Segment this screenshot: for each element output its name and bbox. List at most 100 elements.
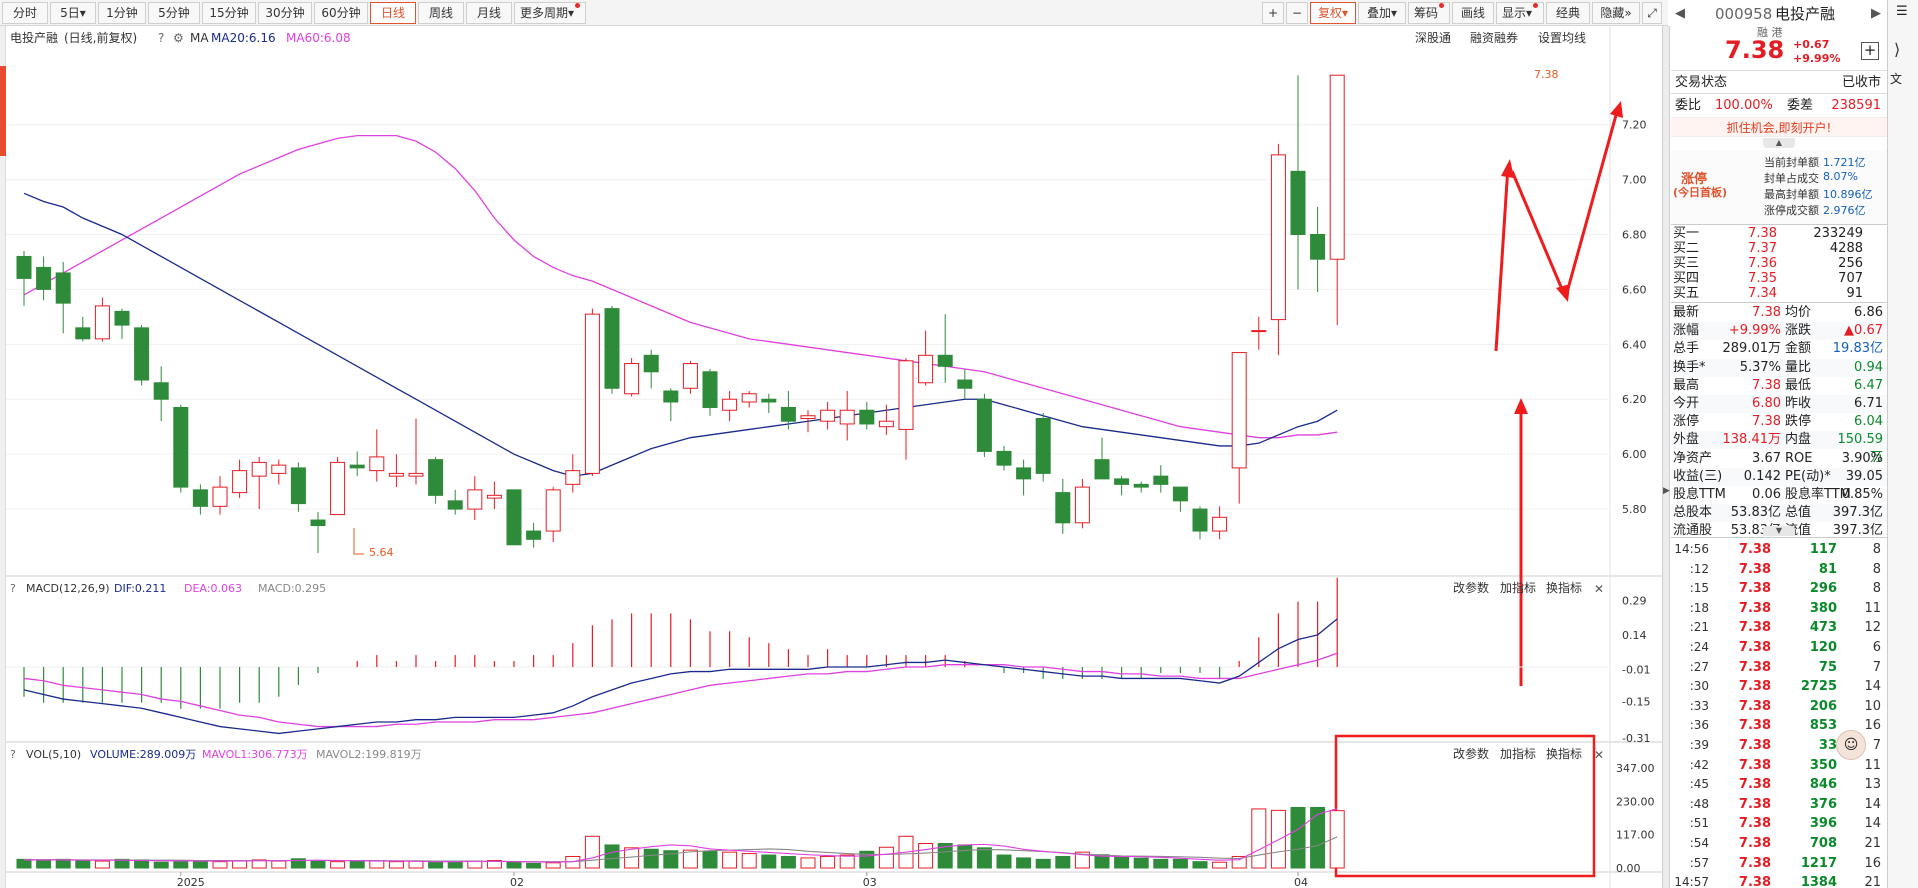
macd-series <box>6 577 1610 735</box>
vol-switch-indicator[interactable]: 换指标 <box>1546 746 1582 761</box>
macd-edit-params[interactable]: 改参数 <box>1453 580 1489 595</box>
tick-count: 8 <box>1872 561 1881 577</box>
tab-1min[interactable]: 1分钟 <box>98 2 146 24</box>
vol-help-icon[interactable]: ? <box>10 748 16 761</box>
tick-volume: 296 <box>1809 581 1837 597</box>
volume-bar <box>604 844 620 869</box>
volume-bar <box>1172 858 1188 869</box>
tab-monthly[interactable]: 月线 <box>466 2 512 24</box>
tick-time: :39 <box>1689 738 1709 752</box>
tick-volume: 846 <box>1809 777 1837 793</box>
collapse-down-icon[interactable]: ▼ <box>1763 526 1795 536</box>
side-arrow-icon[interactable]: ⟩ <box>1894 40 1900 59</box>
volume-bar <box>310 860 326 869</box>
display-button[interactable]: 显示▾ <box>1496 2 1544 24</box>
promo-banner[interactable]: 抓住机会,即刻开户! <box>1671 117 1887 137</box>
vol-add-indicator[interactable]: 加指标 <box>1500 746 1536 761</box>
volume-bar <box>820 855 836 869</box>
macd-add-indicator[interactable]: 加指标 <box>1500 580 1536 595</box>
collapse-arrow-icon: ▶ <box>1663 486 1670 496</box>
link-shengutong[interactable]: 深股通 <box>1415 31 1451 45</box>
tick-time: :45 <box>1689 777 1709 792</box>
volume-bar <box>153 861 169 869</box>
collapse-up-icon[interactable]: ▲ <box>1763 138 1795 148</box>
classic-button[interactable]: 经典 <box>1546 2 1590 24</box>
macd-close-icon[interactable]: ✕ <box>1594 582 1604 596</box>
date-label: 02 <box>510 876 524 888</box>
menu-icon[interactable]: ☰ <box>1896 4 1908 19</box>
kline-chart[interactable]: 电投产融 (日线,前复权) ? ⚙ MA MA20:6.16 MA60:6.08… <box>6 26 1662 888</box>
stat-value-left: 7.38 <box>1752 305 1781 320</box>
zoom-in-button[interactable]: + <box>1262 2 1284 24</box>
gear-icon[interactable]: ⚙ <box>173 31 184 45</box>
overlay-button[interactable]: 叠加▾ <box>1358 2 1406 24</box>
draw-line-button[interactable]: 画线 <box>1452 2 1494 24</box>
macd-help-icon[interactable]: ? <box>10 582 16 595</box>
candle-body <box>565 470 581 485</box>
grid-lines <box>6 124 1610 510</box>
panel-divider[interactable]: ▶ <box>1662 26 1670 888</box>
dea-value: DEA:0.063 <box>184 582 242 595</box>
stat-value-right: 397.3亿 <box>1832 505 1883 521</box>
tick-volume: 396 <box>1809 816 1837 832</box>
tab-more-periods[interactable]: 更多周期▾ <box>514 2 586 24</box>
tab-30min[interactable]: 30分钟 <box>258 2 312 24</box>
candle <box>761 393 777 413</box>
tick-time: :33 <box>1689 698 1709 713</box>
candle-body <box>467 489 483 510</box>
tab-fenshi[interactable]: 分时 <box>2 2 48 24</box>
candle-body <box>506 489 522 546</box>
assistant-avatar[interactable]: ☺ <box>1836 730 1866 760</box>
far-right-label[interactable]: 文 <box>1890 70 1902 87</box>
candle <box>1212 506 1228 540</box>
price-tick: 6.60 <box>1622 283 1647 296</box>
candle-body <box>663 390 679 403</box>
tab-5day[interactable]: 5日▾ <box>50 2 96 24</box>
expand-button[interactable]: ⤢ <box>1642 2 1662 24</box>
help-icon[interactable]: ? <box>158 31 164 45</box>
tab-5day-label: 5日 <box>60 6 80 20</box>
link-rongzirongquan[interactable]: 融资融券 <box>1470 30 1518 45</box>
tab-daily[interactable]: 日线 <box>370 2 416 24</box>
tab-5min[interactable]: 5分钟 <box>148 2 200 24</box>
volume-bar <box>584 835 600 869</box>
candle <box>271 459 287 485</box>
candle <box>1172 486 1188 512</box>
ma60-series <box>23 134 1338 439</box>
macd-tick: 0.14 <box>1622 629 1647 642</box>
volume-bar <box>976 847 992 869</box>
volume-bar <box>800 857 816 869</box>
chips-button[interactable]: 筹码 <box>1408 2 1450 24</box>
candle-body <box>898 360 914 430</box>
add-watchlist-button[interactable]: + <box>1861 42 1879 60</box>
hide-button[interactable]: 隐藏» <box>1592 2 1640 24</box>
tab-60min[interactable]: 60分钟 <box>314 2 368 24</box>
trade-status-row: 交易状态 已收市 <box>1671 73 1887 92</box>
tab-weekly[interactable]: 周线 <box>418 2 464 24</box>
fuquan-button[interactable]: 复权▾ <box>1310 2 1356 24</box>
macd-switch-indicator[interactable]: 换指标 <box>1546 580 1582 595</box>
zoom-out-button[interactable]: − <box>1286 2 1308 24</box>
candle <box>643 349 659 389</box>
link-set-ma[interactable]: 设置均线 <box>1538 31 1586 45</box>
next-stock-icon[interactable]: ▶ <box>1871 2 1881 26</box>
stat-value-left: 7.38 <box>1752 414 1781 430</box>
tick-price: 7.38 <box>1738 679 1771 695</box>
tick-count: 10 <box>1864 698 1881 714</box>
candle-body <box>251 461 267 477</box>
volume-tick: 230.00 <box>1616 796 1655 809</box>
candle-body <box>369 456 385 472</box>
macd-axis: 0.29 0.14 -0.01 -0.15 -0.31 <box>1622 595 1650 745</box>
overlay-label: 叠加 <box>1366 6 1391 20</box>
dropdown-caret-icon: ▾ <box>79 6 86 20</box>
tab-15min[interactable]: 15分钟 <box>202 2 256 24</box>
hide-label: 隐藏 <box>1600 6 1625 20</box>
vol-close-icon[interactable]: ✕ <box>1594 748 1604 762</box>
stat-label-right: 内盘 <box>1785 432 1812 448</box>
vol-edit-params[interactable]: 改参数 <box>1453 746 1489 761</box>
stat-label-left: 最新 <box>1673 305 1700 320</box>
volume-bar <box>173 861 189 869</box>
tick-price: 7.38 <box>1738 796 1771 812</box>
prev-stock-icon[interactable]: ◀ <box>1675 2 1685 26</box>
volume-series <box>16 806 1345 869</box>
